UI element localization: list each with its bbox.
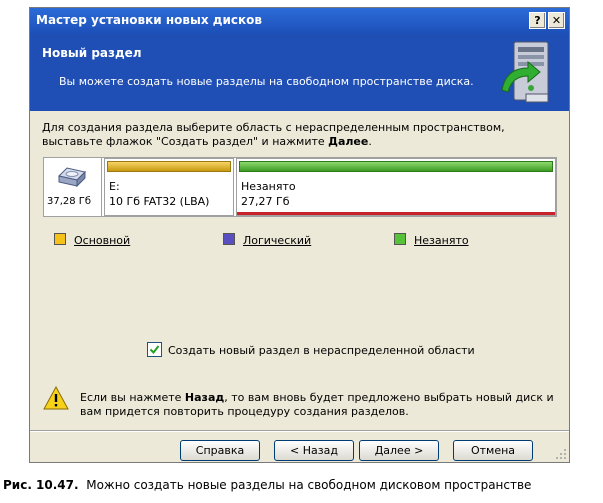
create-partition-checkbox[interactable] <box>147 342 162 357</box>
wizard-header: Новый раздел Вы можете создать новые раз… <box>30 34 569 111</box>
resize-grip-icon[interactable] <box>555 448 567 460</box>
checkmark-icon <box>149 345 160 355</box>
cancel-button[interactable]: Отмена <box>453 440 533 461</box>
partition-e-bar <box>107 161 231 172</box>
create-partition-checkbox-row[interactable]: Создать новый раздел в нераспределенной … <box>147 342 475 357</box>
selection-indicator <box>237 212 555 215</box>
help-title-button[interactable]: ? <box>529 12 546 29</box>
next-button[interactable]: Далее > <box>359 440 439 461</box>
wizard-window: Мастер установки новых дисков ? ✕ Новый … <box>29 7 570 463</box>
disk-size: 37,28 Гб <box>47 196 92 207</box>
wizard-body: Для создания раздела выберите область с … <box>30 111 569 462</box>
partition-e[interactable]: E: 10 Гб FAT32 (LBA) <box>104 158 234 216</box>
page-title: Новый раздел <box>42 46 142 60</box>
computer-disk-icon <box>501 41 549 103</box>
legend-unallocated-swatch <box>394 233 406 245</box>
window-title: Мастер установки новых дисков <box>36 13 262 27</box>
legend-logical-swatch <box>223 233 235 245</box>
figure-caption: Рис. 10.47. Можно создать новые разделы … <box>3 478 532 492</box>
partition-free-label: Незанято <box>241 180 296 193</box>
legend-logical: Логический <box>223 233 311 247</box>
partition-e-label: E: <box>109 180 120 193</box>
partition-e-details: 10 Гб FAT32 (LBA) <box>109 195 210 208</box>
help-button[interactable]: Справка <box>180 440 260 461</box>
instructions-text: Для создания раздела выберите область с … <box>42 121 505 148</box>
legend-primary-swatch <box>54 233 66 245</box>
page-subtitle: Вы можете создать новые разделы на свобо… <box>59 75 474 88</box>
legend-primary: Основной <box>54 233 130 247</box>
title-bar: Мастер установки новых дисков ? ✕ <box>30 8 569 34</box>
disk-map: 37,28 Гб E: 10 Гб FAT32 (LBA) Незанято 2… <box>43 157 557 217</box>
divider <box>30 430 569 432</box>
warning-text: Если вы нажмете Назад, то вам вновь буде… <box>80 391 554 418</box>
partition-unallocated[interactable]: Незанято 27,27 Гб <box>236 158 556 216</box>
legend-unallocated: Незанято <box>394 233 469 247</box>
back-button[interactable]: < Назад <box>274 440 354 461</box>
close-button[interactable]: ✕ <box>548 12 565 29</box>
create-partition-label: Создать новый раздел в нераспределенной … <box>168 344 475 357</box>
warning-icon <box>43 386 69 410</box>
hard-disk-icon <box>58 167 86 188</box>
partition-free-bar <box>239 161 553 172</box>
disk-cell[interactable]: 37,28 Гб <box>44 158 102 216</box>
partition-free-size: 27,27 Гб <box>241 195 290 208</box>
